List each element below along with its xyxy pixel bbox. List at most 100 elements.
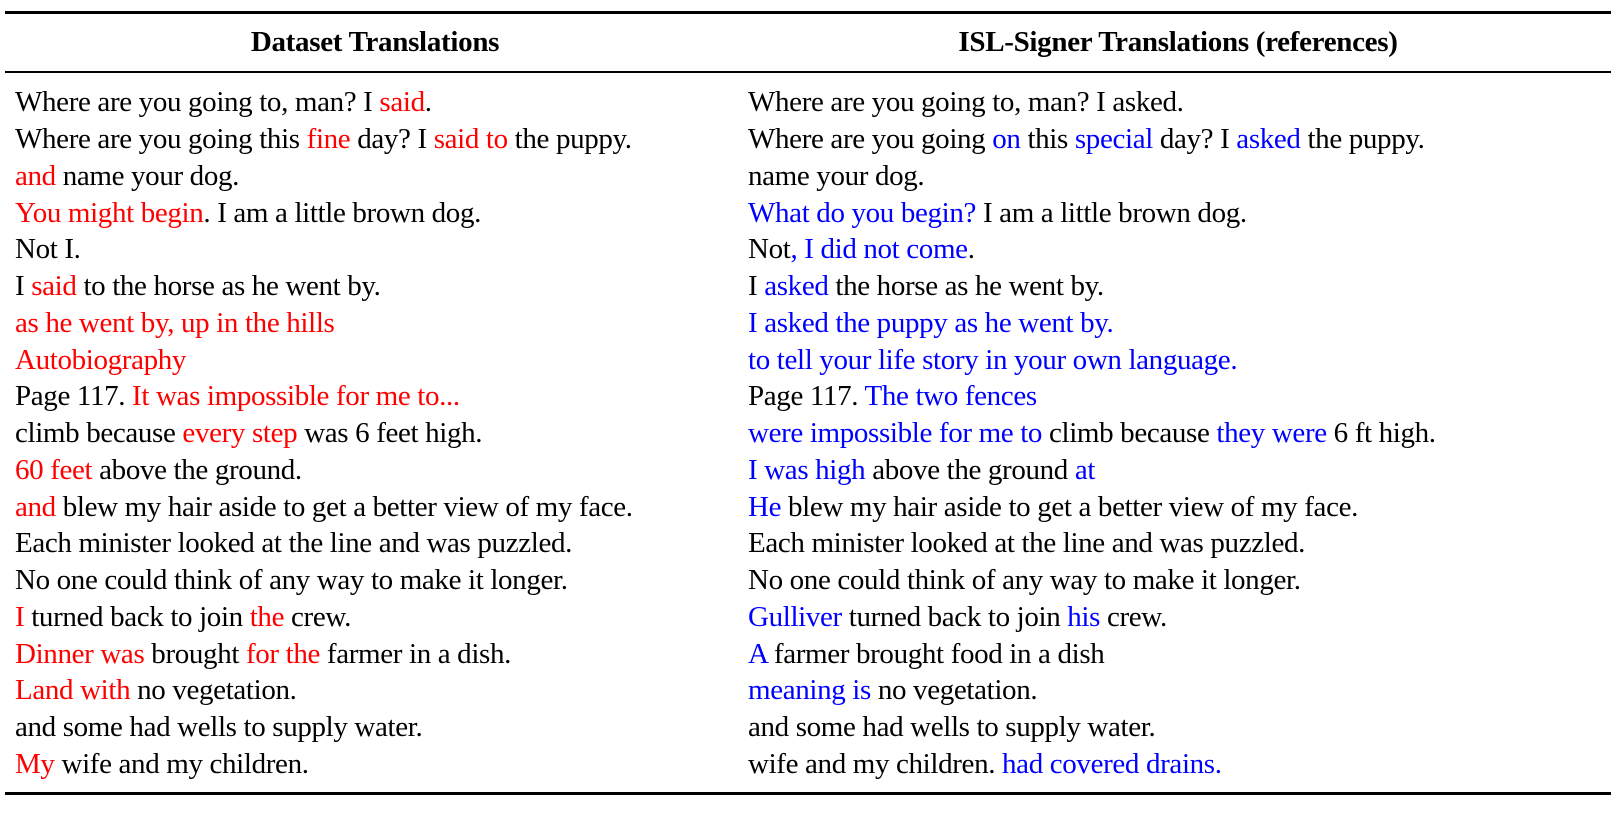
plain-text: I am a little brown dog.: [976, 196, 1247, 229]
plain-text: name your dog.: [55, 159, 240, 192]
plain-text: Where are you going to, man? I asked.: [748, 86, 1184, 119]
plain-text: above the ground: [865, 453, 1075, 486]
dataset-divergent-text: You might begin: [15, 196, 204, 229]
reference-translation-cell: I asked the puppy as he went by.: [745, 305, 1611, 341]
plain-text: Where are you going to, man? I: [15, 86, 380, 119]
table-row: as he went by, up in the hills I asked th…: [5, 305, 1611, 342]
plain-text: day? I: [1152, 123, 1237, 156]
reference-divergent-text: What do you begin?: [748, 196, 977, 229]
reference-translation-cell: wife and my children. had covered drains…: [745, 746, 1611, 782]
dataset-translation-cell: Page 117. It was impossible for me to...: [5, 378, 745, 414]
table-row: I said to the horse as he went by. I aske…: [5, 268, 1611, 305]
plain-text: no vegetation.: [130, 674, 297, 707]
plain-text: wife and my children.: [748, 747, 1003, 780]
table-row: Autobiography to tell your life story in …: [5, 341, 1611, 378]
reference-divergent-text: asked: [1236, 123, 1301, 156]
reference-divergent-text: at: [1074, 453, 1096, 486]
table-row: Land with no vegetation. meaning is no ve…: [5, 672, 1611, 709]
table-row: Where are you going to, man? I said. Wher…: [5, 84, 1611, 121]
plain-text: climb because: [1042, 417, 1217, 450]
table-row: Dinner was brought for the farmer in a d…: [5, 635, 1611, 672]
dataset-divergent-text: for the: [245, 637, 321, 670]
table-header-row: Dataset Translations ISL-Signer Translat…: [5, 14, 1611, 71]
plain-text: above the ground.: [92, 453, 302, 486]
reference-translation-cell: Gulliver turned back to join his crew.: [745, 599, 1611, 635]
reference-divergent-text: on: [992, 123, 1021, 156]
reference-divergent-text: they were: [1216, 417, 1327, 450]
dataset-translation-cell: Not I.: [5, 231, 745, 267]
dataset-translation-cell: and name your dog.: [5, 158, 745, 194]
reference-translation-cell: Page 117. The two fences: [745, 378, 1611, 414]
dataset-divergent-text: and: [15, 159, 56, 192]
reference-divergent-text: , I did not come: [790, 233, 968, 266]
dataset-divergent-text: said: [31, 270, 77, 303]
dataset-translation-cell: Dinner was brought for the farmer in a d…: [5, 636, 745, 672]
table-row: I turned back to join the crew. Gulliver …: [5, 599, 1611, 636]
plain-text: turned back to join: [24, 600, 250, 633]
table-row: 60 feet above the ground. I was high abov…: [5, 452, 1611, 489]
reference-translation-cell: meaning is no vegetation.: [745, 672, 1611, 708]
dataset-translation-cell: climb because every step was 6 feet high…: [5, 415, 745, 451]
table-row: and blew my hair aside to get a better v…: [5, 488, 1611, 525]
dataset-divergent-text: It was impossible for me to...: [132, 380, 460, 413]
reference-translation-cell: Where are you going to, man? I asked.: [745, 84, 1611, 120]
plain-text: crew.: [284, 600, 351, 633]
plain-text: Not: [748, 233, 791, 266]
dataset-divergent-text: My: [15, 747, 55, 780]
dataset-translation-cell: No one could think of any way to make it…: [5, 562, 745, 598]
reference-translation-cell: Not, I did not come.: [745, 231, 1611, 267]
dataset-divergent-text: the: [249, 600, 285, 633]
header-isl-signer-translations: ISL-Signer Translations (references): [958, 26, 1398, 58]
translation-comparison-table: Dataset Translations ISL-Signer Translat…: [5, 11, 1611, 796]
reference-translation-cell: Each minister looked at the line and was…: [745, 525, 1611, 561]
reference-translation-cell: were impossible for me to climb because …: [745, 415, 1611, 451]
dataset-divergent-text: said to: [433, 123, 508, 156]
plain-text: Where are you going this: [15, 123, 307, 156]
plain-text: I: [15, 270, 32, 303]
reference-divergent-text: his: [1067, 600, 1101, 633]
plain-text: no vegetation.: [870, 674, 1038, 707]
plain-text: No one could think of any way to make it…: [748, 564, 1301, 597]
dataset-divergent-text: as he went by, up in the hills: [15, 306, 335, 339]
dataset-translation-cell: I said to the horse as he went by.: [5, 268, 745, 304]
plain-text: this: [1020, 123, 1075, 156]
table-row: Where are you going this fine day? I sai…: [5, 121, 1611, 158]
dataset-divergent-text: every step: [182, 417, 298, 450]
reference-translation-cell: No one could think of any way to make it…: [745, 562, 1611, 598]
reference-divergent-text: asked: [764, 270, 829, 303]
plain-text: blew my hair aside to get a better view …: [781, 490, 1359, 523]
plain-text: the puppy.: [1300, 123, 1425, 156]
dataset-divergent-text: Dinner was: [15, 637, 145, 670]
plain-text: day? I: [350, 123, 434, 156]
plain-text: 6 ft high.: [1326, 417, 1436, 450]
dataset-translation-cell: Where are you going this fine day? I sai…: [5, 121, 745, 157]
reference-divergent-text: I asked the puppy as he went by.: [748, 306, 1114, 339]
reference-translation-cell: I asked the horse as he went by.: [745, 268, 1611, 304]
reference-translation-cell: I was high above the ground at: [745, 452, 1611, 488]
reference-translation-cell: and some had wells to supply water.: [745, 709, 1611, 745]
plain-text: Where are you going: [748, 123, 993, 156]
table-row: Page 117. It was impossible for me to...…: [5, 378, 1611, 415]
dataset-divergent-text: Autobiography: [15, 343, 187, 376]
plain-text: Not I.: [15, 233, 81, 266]
plain-text: was 6 feet high.: [297, 417, 483, 450]
plain-text: and some had wells to supply water.: [15, 711, 423, 744]
reference-translation-cell: What do you begin? I am a little brown d…: [745, 195, 1611, 231]
table-row: No one could think of any way to make it…: [5, 562, 1611, 599]
header-dataset-translations: Dataset Translations: [250, 26, 500, 58]
dataset-translation-cell: Land with no vegetation.: [5, 672, 745, 708]
plain-text: farmer brought food in a dish: [767, 637, 1105, 670]
table-row: Each minister looked at the line and was…: [5, 525, 1611, 562]
plain-text: farmer in a dish.: [320, 637, 512, 670]
plain-text: the puppy.: [507, 123, 632, 156]
plain-text: turned back to join: [841, 600, 1068, 633]
reference-translation-cell: He blew my hair aside to get a better vi…: [745, 489, 1611, 525]
dataset-translation-cell: Each minister looked at the line and was…: [5, 525, 745, 561]
plain-text: .: [424, 86, 432, 119]
plain-text: Each minister looked at the line and was…: [748, 527, 1306, 560]
dataset-translation-cell: and some had wells to supply water.: [5, 709, 745, 745]
table-row: and some had wells to supply water. and s…: [5, 709, 1611, 746]
reference-divergent-text: special: [1074, 123, 1153, 156]
plain-text: Page 117.: [15, 380, 133, 413]
plain-text: No one could think of any way to make it…: [15, 564, 568, 597]
